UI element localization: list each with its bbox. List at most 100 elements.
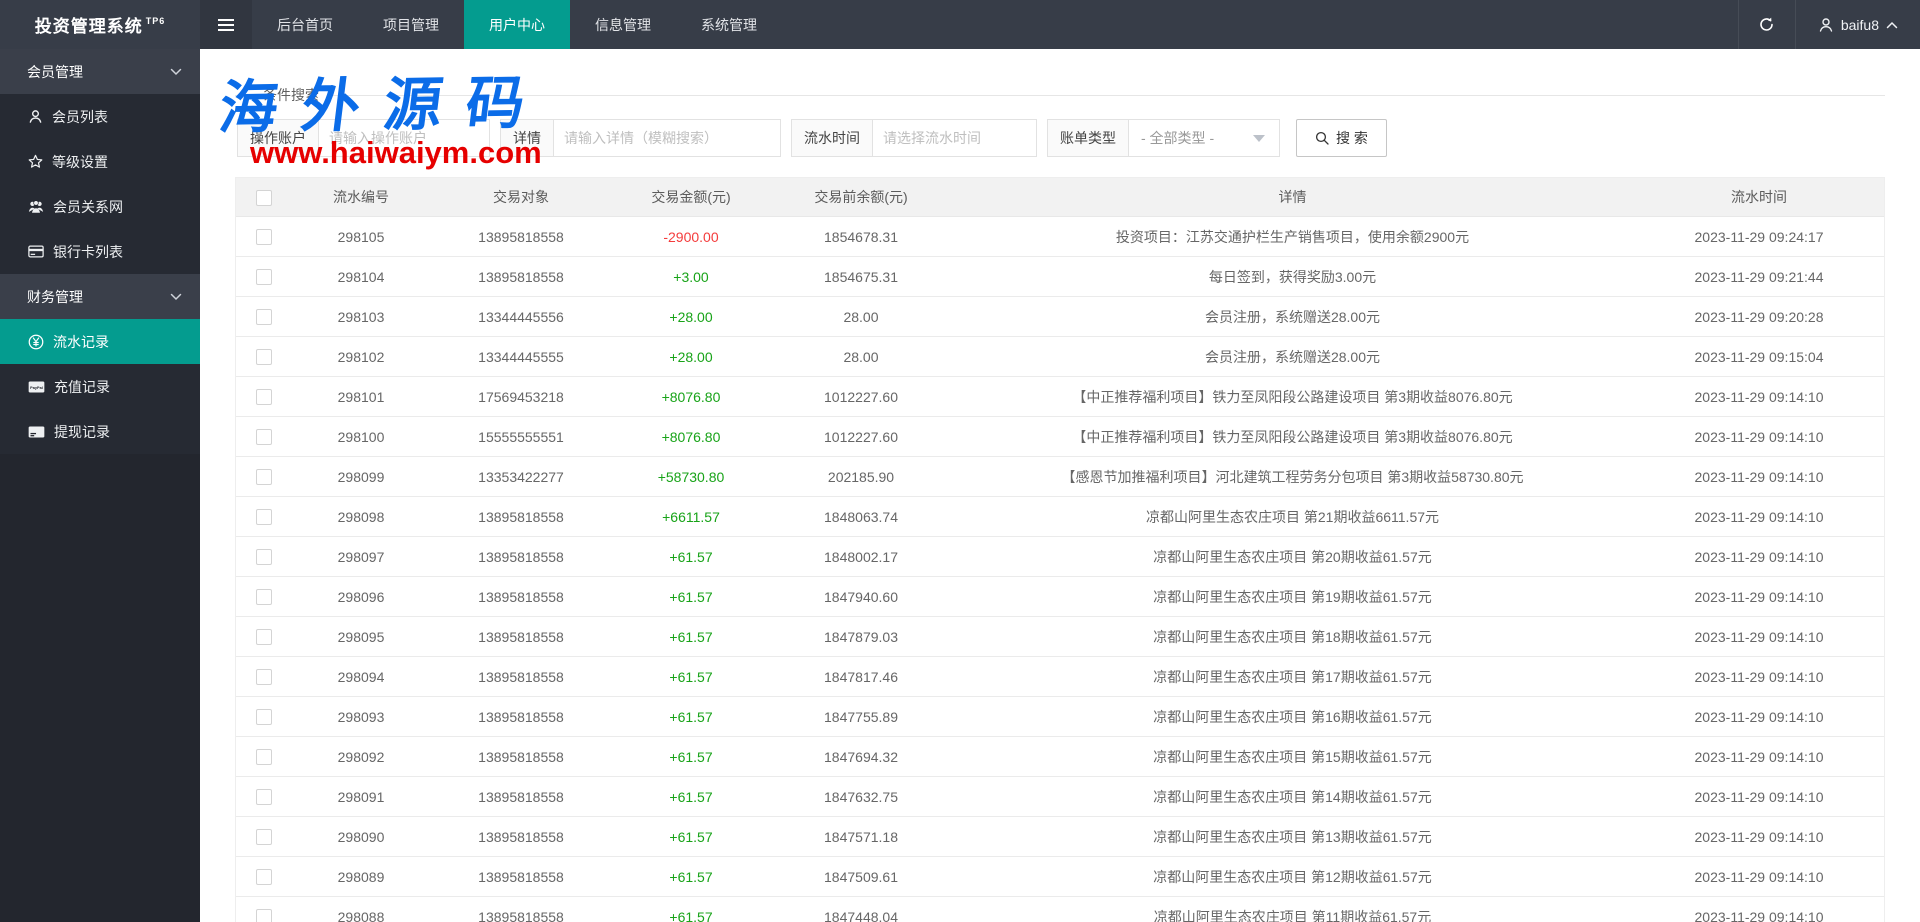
row-checkbox[interactable] (256, 789, 272, 805)
cell-id: 298091 (291, 789, 431, 805)
row-checkbox[interactable] (256, 589, 272, 605)
bill-type-select[interactable]: - 全部类型 - (1128, 119, 1280, 157)
cell-amount: +28.00 (611, 349, 771, 365)
row-checkbox-cell (236, 348, 291, 365)
cell-time: 2023-11-29 09:14:10 (1634, 869, 1884, 885)
cell-target: 13344445556 (431, 309, 611, 325)
nav-item-information[interactable]: 信息管理 (570, 0, 676, 49)
select-all-checkbox[interactable] (256, 190, 272, 206)
user-menu[interactable]: baifu8 (1796, 0, 1920, 49)
search-button[interactable]: 搜 索 (1296, 119, 1387, 157)
cell-amount: +61.57 (611, 829, 771, 845)
row-checkbox[interactable] (256, 389, 272, 405)
cell-id: 298098 (291, 509, 431, 525)
cell-time: 2023-11-29 09:14:10 (1634, 509, 1884, 525)
cell-balance: 1847448.04 (771, 909, 951, 922)
row-checkbox[interactable] (256, 349, 272, 365)
topbar-right: baifu8 (1738, 0, 1920, 49)
row-checkbox[interactable] (256, 669, 272, 685)
sidebar-item-member-network[interactable]: 会员关系网 (0, 184, 200, 229)
row-checkbox-cell (236, 708, 291, 725)
row-checkbox-cell (236, 908, 291, 922)
table-row: 29809513895818558+61.571847879.03凉都山阿里生态… (236, 617, 1884, 657)
sidebar-group-members[interactable]: 会员管理 (0, 49, 200, 94)
cell-detail: 【感恩节加推福利项目】河北建筑工程劳务分包项目 第3期收益58730.80元 (951, 467, 1634, 487)
cell-target: 13895818558 (431, 229, 611, 245)
cell-id: 298093 (291, 709, 431, 725)
sidebar-item-transaction-records[interactable]: 流水记录 (0, 319, 200, 364)
sidebar-item-label: 会员关系网 (53, 197, 123, 217)
row-checkbox[interactable] (256, 749, 272, 765)
search-button-label: 搜 索 (1336, 128, 1368, 148)
table-row: 29809013895818558+61.571847571.18凉都山阿里生态… (236, 817, 1884, 857)
row-checkbox[interactable] (256, 869, 272, 885)
cell-time: 2023-11-29 09:14:10 (1634, 829, 1884, 845)
sidebar-item-label: 提现记录 (54, 422, 110, 442)
cell-time: 2023-11-29 09:14:10 (1634, 589, 1884, 605)
yen-circle-icon (28, 334, 44, 350)
row-checkbox-cell (236, 668, 291, 685)
row-checkbox[interactable] (256, 429, 272, 445)
table-row: 29808913895818558+61.571847509.61凉都山阿里生态… (236, 857, 1884, 897)
cell-balance: 202185.90 (771, 469, 951, 485)
field-label: 操作账户 (237, 119, 318, 157)
row-checkbox[interactable] (256, 309, 272, 325)
row-checkbox-cell (236, 308, 291, 325)
chevron-up-icon (1886, 21, 1898, 29)
user-avatar-icon (1818, 17, 1834, 33)
cell-id: 298102 (291, 349, 431, 365)
collapse-menu-button[interactable] (200, 0, 252, 49)
operator-account-input[interactable] (318, 119, 490, 157)
header-balance: 交易前余额(元) (771, 187, 951, 207)
row-checkbox-cell (236, 388, 291, 405)
sidebar-item-level-settings[interactable]: 等级设置 (0, 139, 200, 184)
row-checkbox[interactable] (256, 629, 272, 645)
cell-target: 13895818558 (431, 589, 611, 605)
row-checkbox[interactable] (256, 469, 272, 485)
cell-id: 298089 (291, 869, 431, 885)
nav-item-user-center[interactable]: 用户中心 (464, 0, 570, 49)
row-checkbox[interactable] (256, 509, 272, 525)
cell-time: 2023-11-29 09:14:10 (1634, 749, 1884, 765)
cell-time: 2023-11-29 09:14:10 (1634, 429, 1884, 445)
bill-type-value: - 全部类型 - (1141, 128, 1214, 148)
top-nav: 后台首页 项目管理 用户中心 信息管理 系统管理 (252, 0, 782, 49)
nav-item-system[interactable]: 系统管理 (676, 0, 782, 49)
sidebar-item-recharge-records[interactable]: PayPal 充值记录 (0, 364, 200, 409)
table-row: 29809813895818558+6611.571848063.74凉都山阿里… (236, 497, 1884, 537)
cell-time: 2023-11-29 09:14:10 (1634, 789, 1884, 805)
refresh-button[interactable] (1739, 0, 1795, 49)
cell-target: 13353422277 (431, 469, 611, 485)
cell-target: 13895818558 (431, 709, 611, 725)
cell-time: 2023-11-29 09:24:17 (1634, 229, 1884, 245)
chevron-down-icon (170, 293, 182, 301)
search-panel: 条件搜索 操作账户 详情 流水时间 账单类型 - 全部类型 - (235, 85, 1885, 177)
cell-id: 298099 (291, 469, 431, 485)
table-body: 29810513895818558-2900.001854678.31投资项目：… (236, 217, 1884, 922)
sidebar-group-finance[interactable]: 财务管理 (0, 274, 200, 319)
row-checkbox-cell (236, 828, 291, 845)
table-row: 29810413895818558+3.001854675.31每日签到，获得奖… (236, 257, 1884, 297)
cell-amount: +61.57 (611, 909, 771, 922)
cell-amount: +61.57 (611, 589, 771, 605)
cell-target: 13895818558 (431, 909, 611, 922)
row-checkbox[interactable] (256, 829, 272, 845)
detail-input[interactable] (553, 119, 781, 157)
row-checkbox[interactable] (256, 909, 272, 922)
transaction-time-input[interactable] (872, 119, 1037, 157)
row-checkbox[interactable] (256, 709, 272, 725)
table-row: 29809913353422277+58730.80202185.90【感恩节加… (236, 457, 1884, 497)
row-checkbox-cell (236, 748, 291, 765)
cell-balance: 1847571.18 (771, 829, 951, 845)
row-checkbox[interactable] (256, 229, 272, 245)
nav-item-projects[interactable]: 项目管理 (358, 0, 464, 49)
row-checkbox-cell (236, 268, 291, 285)
row-checkbox[interactable] (256, 549, 272, 565)
sidebar-item-bank-cards[interactable]: 银行卡列表 (0, 229, 200, 274)
row-checkbox[interactable] (256, 269, 272, 285)
cell-detail: 凉都山阿里生态农庄项目 第16期收益61.57元 (951, 707, 1634, 727)
sidebar-item-member-list[interactable]: 会员列表 (0, 94, 200, 139)
field-label: 流水时间 (791, 119, 872, 157)
nav-item-dashboard[interactable]: 后台首页 (252, 0, 358, 49)
sidebar-item-withdraw-records[interactable]: 提现记录 (0, 409, 200, 454)
